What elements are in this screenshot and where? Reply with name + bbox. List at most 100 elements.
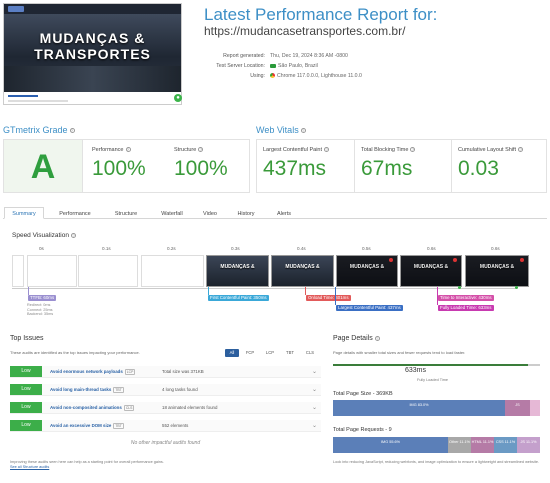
ttfb-label: TTFB: 60ms (28, 295, 57, 301)
time-tick: 0.6s (491, 246, 500, 251)
help-icon[interactable]: ? (374, 335, 380, 341)
time-tick: 0.3s (231, 246, 240, 251)
onload-marker (305, 287, 306, 295)
tab-alerts[interactable]: Alerts (268, 207, 300, 219)
filmstrip-frame: MUDANÇAS & (400, 255, 462, 287)
onload-label: Onload Time: 401ms (306, 295, 351, 301)
grade-heading: GTmetrix Grade? (3, 125, 75, 135)
filter-lcp[interactable]: LCP (263, 349, 277, 357)
chevron-down-icon[interactable]: ⌄ (312, 422, 317, 429)
speed-visualization-title: Speed Visualization? (12, 232, 76, 239)
issue-row[interactable]: Low Avoid long main-thread tasks TBT 4 lo… (10, 384, 321, 396)
cls-value: 0.03 (458, 157, 499, 180)
divider (451, 139, 452, 193)
performance-score: 100% (92, 157, 146, 180)
issue-impact-badge: Low (10, 420, 42, 431)
bar-segment: CSS 11.1% (494, 437, 517, 453)
fully-loaded-caption: Fully Loaded Time (417, 378, 449, 382)
top-issues-footer: Improving these audits seen here can hel… (10, 460, 164, 469)
help-icon[interactable]: ? (198, 147, 204, 153)
help-icon[interactable]: ? (518, 147, 524, 153)
tab-video[interactable]: Video (196, 207, 224, 219)
whatsapp-icon: ● (174, 94, 182, 102)
timeline-dot (458, 286, 461, 289)
issue-row[interactable]: Low Avoid enormous network payloads LCP T… (10, 366, 321, 378)
thumbnail-navbar (4, 4, 181, 14)
help-icon[interactable]: ? (125, 147, 131, 153)
tbt-value: 67ms (361, 157, 413, 180)
page-size-label: Total Page Size - 369KB (333, 391, 393, 397)
thumbnail-logo (8, 6, 24, 12)
thumbnail-heading-line1: MUDANÇAS & (39, 30, 146, 46)
issue-title: Avoid long main-thread tasks TBT (50, 387, 124, 393)
thumbnail-heading-line2: TRANSPORTES (34, 46, 151, 62)
tbt-label: Total Blocking Time? (361, 147, 416, 153)
help-icon[interactable]: ? (410, 147, 416, 153)
help-icon[interactable]: ? (300, 128, 306, 134)
bar-segment: Other 11.1% (448, 437, 471, 453)
lcp-label: Largest Contentful Paint? (263, 147, 330, 153)
timeline-axis (12, 288, 517, 289)
issue-value: Total size was 371KB (162, 369, 204, 374)
ttfb-marker (28, 287, 29, 295)
issue-row[interactable]: Low Avoid an excessive DOM size TBT 552 e… (10, 420, 321, 432)
help-icon[interactable]: ? (324, 147, 330, 153)
tab-performance[interactable]: Performance (50, 207, 100, 219)
issue-value: 552 elements (162, 423, 189, 428)
fully-loaded-label: Fully Loaded Time: 633ms (438, 305, 494, 311)
help-icon[interactable]: ? (69, 128, 75, 134)
issue-impact-badge: Low (10, 402, 42, 413)
filmstrip-frame (12, 255, 24, 287)
tab-history[interactable]: History (228, 207, 264, 219)
chevron-down-icon[interactable]: ⌄ (312, 404, 317, 411)
tab-summary[interactable]: Summary (4, 207, 44, 219)
issue-row[interactable]: Low Avoid non-composited animations CLS 1… (10, 402, 321, 414)
lcp-label-timeline: Largest Contentful Paint: 437ms (336, 305, 403, 311)
tab-structure[interactable]: Structure (104, 207, 148, 219)
filmstrip-frame (27, 255, 77, 287)
page-size-bar: IMG 83.0% JS (333, 400, 540, 416)
fully-loaded-value: 633ms (405, 367, 427, 374)
vitals-heading: Web Vitals? (256, 125, 306, 135)
meta-value-generated: Thu, Dec 19, 2024 8:36 AM -0800 (270, 53, 348, 59)
thumbnail-road (4, 66, 181, 92)
fully-loaded-marker (437, 287, 438, 305)
filter-tbt[interactable]: TBT (283, 349, 297, 357)
top-issues-title: Top Issues (10, 335, 44, 342)
chrome-icon (270, 73, 275, 79)
structure-audits-link[interactable]: See all Structure audits (10, 465, 49, 469)
meta-label-using: Using: (250, 73, 265, 79)
time-tick: 0.2s (167, 246, 176, 251)
filter-fcp[interactable]: FCP (243, 349, 257, 357)
structure-label: Structure? (174, 147, 204, 153)
time-tick: 0.1s (102, 246, 111, 251)
filmstrip-frame: MUDANÇAS & (271, 255, 334, 287)
fcp-marker (208, 287, 209, 295)
bar-segment: IMG 55.6% (333, 437, 448, 453)
bar-segment: JS 11.1% (517, 437, 540, 453)
help-icon[interactable]: ? (70, 232, 76, 238)
issue-value: 18 animated elements found (162, 405, 218, 410)
bar-segment: IMG 83.0% (333, 400, 505, 416)
chevron-down-icon[interactable]: ⌄ (312, 386, 317, 393)
fcp-label: First Contentful Paint: 350ms (208, 295, 269, 301)
filmstrip-frame: MUDANÇAS & (206, 255, 269, 287)
page-details-desc: Page details with smaller total sizes an… (333, 350, 466, 355)
divider (354, 139, 355, 193)
time-tick: 0.4s (297, 246, 306, 251)
issue-value: 4 long tasks found (162, 387, 198, 392)
time-tick: 0s (39, 246, 44, 251)
tab-waterfall[interactable]: Waterfall (152, 207, 192, 219)
page-requests-label: Total Page Requests - 9 (333, 427, 392, 433)
meta-value-location-wrap: São Paulo, Brazil (270, 63, 318, 69)
filter-cls[interactable]: CLS (303, 349, 317, 357)
filmstrip-frame (141, 255, 204, 287)
lcp-marker (335, 287, 336, 305)
filter-all[interactable]: All (225, 349, 239, 357)
thumbnail-content-strip (4, 92, 181, 104)
fully-loaded-bar (333, 364, 528, 366)
report-url[interactable]: https://mudancasetransportes.com.br/ (204, 24, 405, 38)
filmstrip-frame: MUDANÇAS & (336, 255, 398, 287)
chevron-down-icon[interactable]: ⌄ (312, 368, 317, 375)
time-tick: 0.5s (362, 246, 371, 251)
